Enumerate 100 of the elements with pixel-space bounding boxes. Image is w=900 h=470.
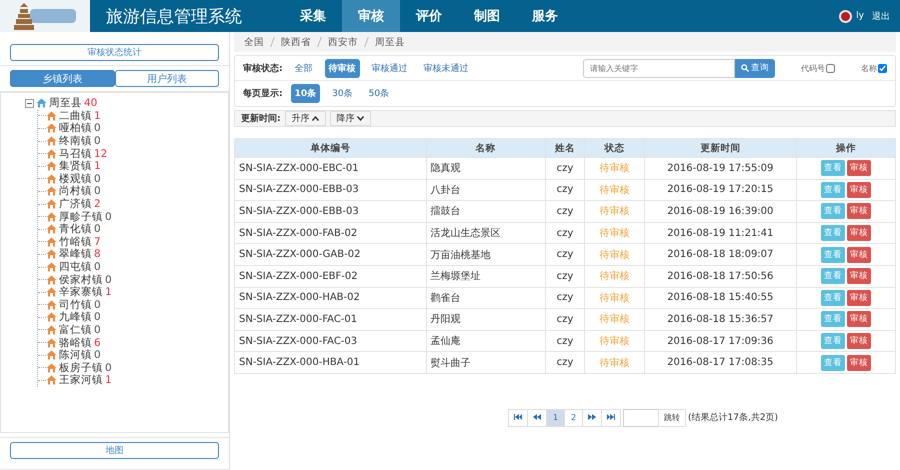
nav-tab[interactable]: 服务 (516, 0, 574, 32)
table-cell: SN-SIA-ZZX-000-FAB-02 (234, 222, 426, 244)
nav-tab[interactable]: 采集 (284, 0, 342, 32)
tree-label[interactable]: 翠峰镇 (59, 247, 92, 262)
tree-label[interactable]: 司竹镇 (59, 298, 92, 312)
filter-label: 每页显示: (243, 88, 283, 100)
collapse-toggle[interactable] (25, 98, 34, 108)
page-size-option[interactable]: 30条 (328, 84, 357, 103)
status-filter[interactable]: 审核未通过 (420, 58, 473, 78)
table-cell: 孟仙庵 (426, 330, 546, 352)
count: 0 (94, 185, 101, 198)
map-button[interactable]: 地图 (10, 442, 219, 459)
breadcrumb-link[interactable]: 全国 (244, 36, 264, 48)
page-size-option[interactable]: 10条 (290, 84, 320, 103)
tree-label[interactable]: 陈河镇 (59, 348, 92, 362)
breadcrumb-link[interactable]: 西安市 (328, 36, 358, 48)
review-button[interactable]: 审核 (846, 160, 871, 176)
status-cell: 待审核 (584, 200, 644, 222)
tree-label[interactable]: 广济镇 (59, 197, 92, 212)
page-button[interactable]: 1 (546, 408, 565, 427)
house-icon (46, 110, 57, 121)
tree-label[interactable]: 尚村镇 (59, 184, 92, 198)
checkbox[interactable] (826, 64, 835, 72)
logout-link[interactable]: 退出 (872, 10, 890, 22)
tree-label[interactable]: 四屯镇 (59, 260, 92, 274)
house-icon (46, 212, 57, 222)
count: 0 (94, 298, 101, 311)
page-input[interactable] (623, 408, 659, 427)
checkbox-option[interactable]: 名称 (861, 62, 887, 74)
tree-label[interactable]: 九峰镇 (59, 310, 92, 324)
stats-button[interactable]: 审核状态统计 (10, 44, 219, 61)
tree-label[interactable]: 侯家村镇 (59, 272, 103, 287)
review-button[interactable]: 审核 (846, 354, 871, 371)
nav-tab[interactable]: 评价 (400, 0, 458, 32)
table-cell: 2016-08-19 17:55:09 (644, 158, 796, 180)
nav-tab[interactable]: 制图 (458, 0, 516, 32)
tree-label[interactable]: 二曲镇 (59, 108, 92, 123)
tree-label[interactable]: 周至县 (49, 96, 82, 110)
table-cell: 八卦台 (426, 179, 546, 201)
review-button[interactable]: 审核 (846, 268, 871, 284)
table-cell: 2016-08-18 18:09:07 (644, 244, 796, 266)
review-button[interactable]: 审核 (846, 333, 871, 350)
status-filter[interactable]: 审核通过 (368, 58, 412, 78)
tree-label[interactable]: 骆峪镇 (59, 336, 92, 350)
tree-label[interactable]: 终南镇 (59, 134, 92, 148)
next-page-button[interactable] (582, 408, 602, 427)
status-filter[interactable]: 待审核 (324, 58, 360, 78)
tree-label[interactable]: 板房子镇 (59, 360, 103, 375)
table-cell: czy (545, 330, 585, 352)
tree-label[interactable]: 哑柏镇 (59, 121, 92, 136)
table-cell: 擂鼓台 (426, 200, 546, 222)
sort-button[interactable]: 升序 (284, 111, 326, 126)
table-cell: czy (545, 265, 585, 288)
first-page-button[interactable] (508, 408, 528, 427)
review-button[interactable]: 审核 (846, 203, 871, 220)
count: 12 (94, 148, 108, 160)
last-page-button[interactable] (601, 408, 621, 427)
table-cell: czy (545, 222, 585, 244)
review-button[interactable]: 审核 (846, 182, 871, 198)
house-icon (46, 362, 57, 373)
page-button[interactable]: 2 (564, 408, 583, 427)
review-button[interactable]: 审核 (846, 246, 871, 263)
jump-button[interactable]: 跳转 (658, 408, 686, 427)
tree-label[interactable]: 集贤镇 (59, 159, 92, 174)
page-size-option[interactable]: 50条 (364, 84, 394, 103)
table-cell: SN-SIA-ZZX-000-EBB-03 (234, 200, 426, 222)
status-cell: 待审核 (584, 287, 644, 309)
breadcrumb-link[interactable]: 周至县 (375, 36, 405, 48)
sort-button[interactable]: 降序 (330, 111, 371, 126)
tree-label[interactable]: 厚畛子镇 (59, 210, 103, 224)
tree-label[interactable]: 竹峪镇 (59, 234, 92, 249)
tree-label[interactable]: 王家河镇 (59, 373, 103, 388)
breadcrumb-link[interactable]: 陕西省 (281, 36, 311, 48)
tree-label[interactable]: 富仁镇 (59, 322, 92, 337)
review-button[interactable]: 审核 (846, 225, 871, 242)
column-header: 操作 (796, 138, 896, 158)
count: 1 (94, 110, 101, 122)
count: 1 (105, 286, 112, 298)
nav-tab[interactable]: 审核 (342, 0, 400, 32)
search-field[interactable]: 请输入关键字 (583, 58, 735, 78)
house-icon (46, 224, 57, 234)
status-cell: 待审核 (584, 158, 644, 180)
house-icon (46, 350, 57, 360)
search-button[interactable]: 查询 (735, 58, 775, 78)
count: 0 (94, 135, 101, 148)
review-button[interactable]: 审核 (846, 290, 871, 306)
checkbox[interactable] (878, 64, 887, 72)
tree-label[interactable]: 青化镇 (59, 222, 92, 236)
status-filter[interactable]: 全部 (290, 58, 317, 78)
list-tab[interactable]: 用户列表 (114, 70, 219, 87)
prev-page-button[interactable] (527, 408, 547, 427)
review-button[interactable]: 审核 (846, 311, 871, 328)
count: 0 (105, 210, 112, 223)
tree-label[interactable]: 辛家寨镇 (59, 285, 103, 300)
checkbox-option[interactable]: 代码号 (801, 62, 835, 74)
table-cell: SN-SIA-ZZX-000-EBF-02 (234, 265, 426, 288)
tree-label[interactable]: 马召镇 (59, 146, 92, 161)
table-cell: 2016-08-18 15:40:55 (644, 287, 796, 309)
tree-label[interactable]: 楼观镇 (59, 172, 92, 186)
list-tab[interactable]: 乡镇列表 (10, 70, 114, 87)
